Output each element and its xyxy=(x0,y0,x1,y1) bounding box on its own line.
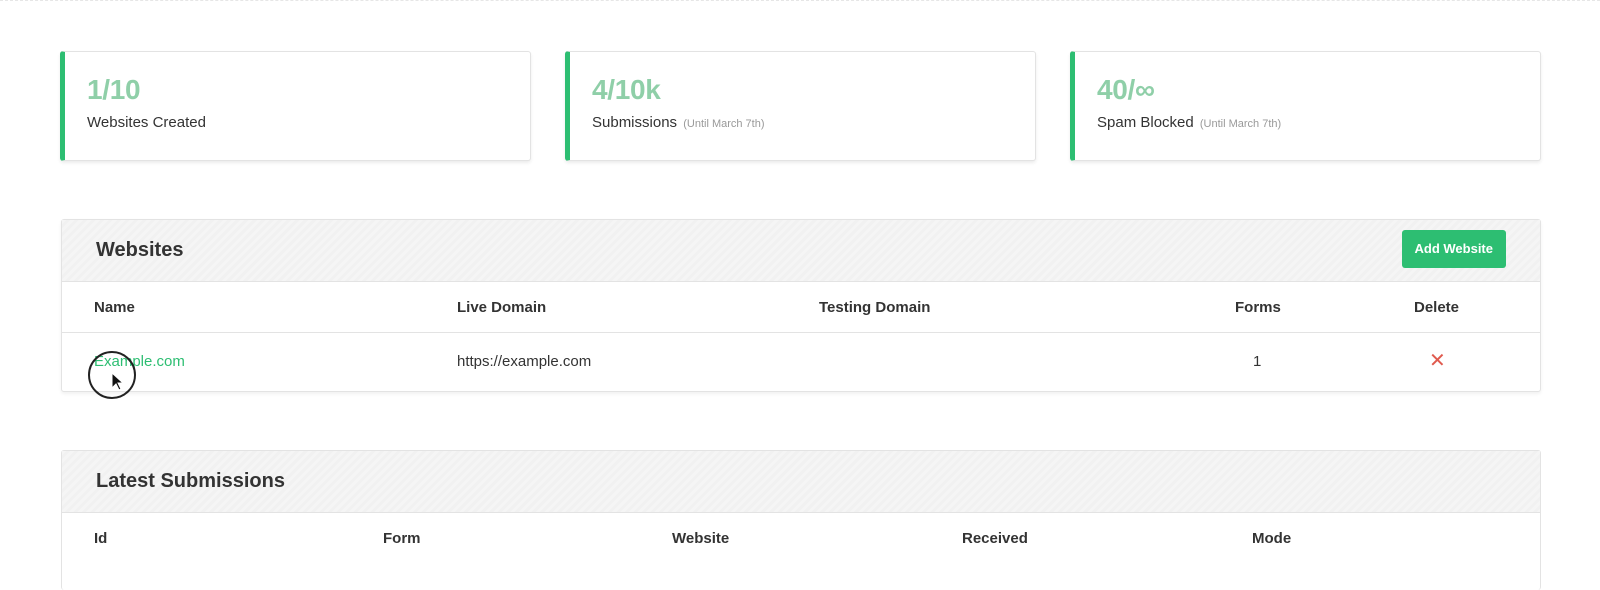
submissions-panel-header: Latest Submissions xyxy=(62,451,1540,513)
websites-panel: Websites Add Website Name Live Domain Te… xyxy=(61,219,1541,392)
table-row: Example.com https://example.com 1 ✕ xyxy=(62,333,1540,391)
column-header-received: Received xyxy=(962,530,1028,547)
stat-card-spam: 40/∞ Spam Blocked (Until March 7th) xyxy=(1070,51,1541,161)
website-live-domain: https://example.com xyxy=(457,353,592,370)
stat-value: 1/10 xyxy=(87,74,141,105)
panel-title: Latest Submissions xyxy=(96,470,285,492)
stat-label-text: Spam Blocked xyxy=(1097,114,1194,131)
stat-label-text: Websites Created xyxy=(87,114,206,131)
stat-note: (Until March 7th) xyxy=(1199,118,1282,130)
table-header-row: Id Form Website Received Mode xyxy=(62,513,1540,564)
column-header-testing-domain: Testing Domain xyxy=(819,299,931,316)
column-header-website: Website xyxy=(672,530,730,547)
column-header-delete: Delete xyxy=(1414,299,1460,316)
column-header-name: Name xyxy=(94,299,135,316)
stat-label: Submissions (Until March 7th) xyxy=(592,114,1035,131)
stat-label: Websites Created xyxy=(87,114,530,131)
websites-panel-header: Websites Add Website xyxy=(62,220,1540,282)
top-divider xyxy=(0,0,1600,1)
stat-note: (Until March 7th) xyxy=(683,118,765,130)
website-forms-count: 1 xyxy=(1253,353,1262,370)
add-website-button[interactable]: Add Website xyxy=(1401,230,1506,268)
column-header-live-domain: Live Domain xyxy=(457,299,547,316)
stats-row: 1/10 Websites Created 4/10k Submissions … xyxy=(60,51,1541,161)
column-header-forms: Forms xyxy=(1235,299,1281,316)
stat-card-websites: 1/10 Websites Created xyxy=(60,51,531,161)
table-header-row: Name Live Domain Testing Domain Forms De… xyxy=(62,282,1540,333)
stat-card-submissions: 4/10k Submissions (Until March 7th) xyxy=(565,51,1036,161)
panel-title: Websites xyxy=(96,239,184,261)
column-header-mode: Mode xyxy=(1252,530,1292,547)
stat-label: Spam Blocked (Until March 7th) xyxy=(1097,114,1540,131)
stat-label-text: Submissions xyxy=(592,114,678,131)
website-name-link[interactable]: Example.com xyxy=(94,333,185,391)
stat-value: 40/∞ xyxy=(1097,74,1155,105)
column-header-id: Id xyxy=(94,530,108,547)
column-header-form: Form xyxy=(383,530,421,547)
stat-value: 4/10k xyxy=(592,74,661,105)
submissions-panel: Latest Submissions Id Form Website Recei… xyxy=(61,450,1541,590)
delete-icon[interactable]: ✕ xyxy=(1429,333,1446,389)
